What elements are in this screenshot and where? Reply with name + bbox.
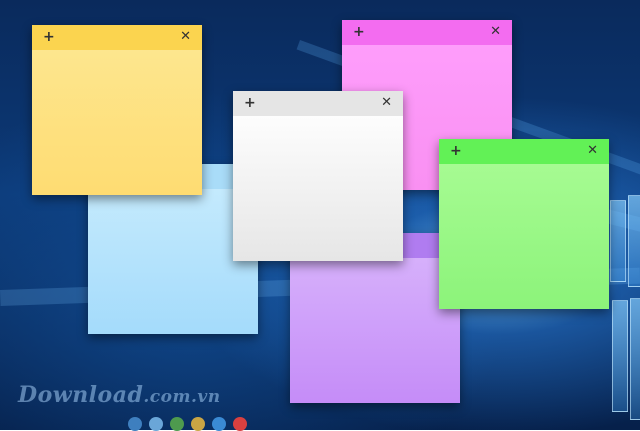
watermark-dot — [149, 417, 163, 431]
windows-logo-pane — [610, 200, 626, 282]
new-note-plus-icon[interactable]: + — [43, 29, 55, 45]
watermark-dot — [212, 417, 226, 431]
sticky-note-green[interactable]: + ✕ — [439, 139, 609, 309]
close-note-icon[interactable]: ✕ — [490, 24, 501, 40]
watermark-dot — [233, 417, 247, 431]
close-note-icon[interactable]: ✕ — [587, 143, 598, 159]
new-note-plus-icon[interactable]: + — [244, 95, 256, 111]
note-text-area[interactable] — [290, 258, 460, 403]
watermark-dot — [170, 417, 184, 431]
note-text-area[interactable] — [32, 50, 202, 195]
sticky-note-white[interactable]: + ✕ — [233, 91, 403, 261]
note-text-area[interactable] — [233, 116, 403, 261]
note-title-bar[interactable]: + ✕ — [439, 139, 609, 164]
watermark-suffix: .com.vn — [143, 387, 221, 407]
close-note-icon[interactable]: ✕ — [180, 29, 191, 45]
note-title-bar[interactable]: + ✕ — [233, 91, 403, 116]
watermark-dot — [191, 417, 205, 431]
new-note-plus-icon[interactable]: + — [450, 143, 462, 159]
note-title-bar[interactable]: + ✕ — [342, 20, 512, 45]
windows-logo-pane — [630, 298, 640, 420]
windows-logo-pane — [628, 195, 640, 287]
watermark-dots — [128, 417, 247, 431]
new-note-plus-icon[interactable]: + — [353, 24, 365, 40]
watermark-logo: Download.com.vn — [18, 382, 221, 408]
windows-logo-pane — [612, 300, 628, 412]
watermark-main: Download — [18, 382, 144, 408]
note-text-area[interactable] — [439, 164, 609, 309]
note-title-bar[interactable]: + ✕ — [32, 25, 202, 50]
sticky-note-yellow[interactable]: + ✕ — [32, 25, 202, 195]
close-note-icon[interactable]: ✕ — [381, 95, 392, 111]
watermark-dot — [128, 417, 142, 431]
